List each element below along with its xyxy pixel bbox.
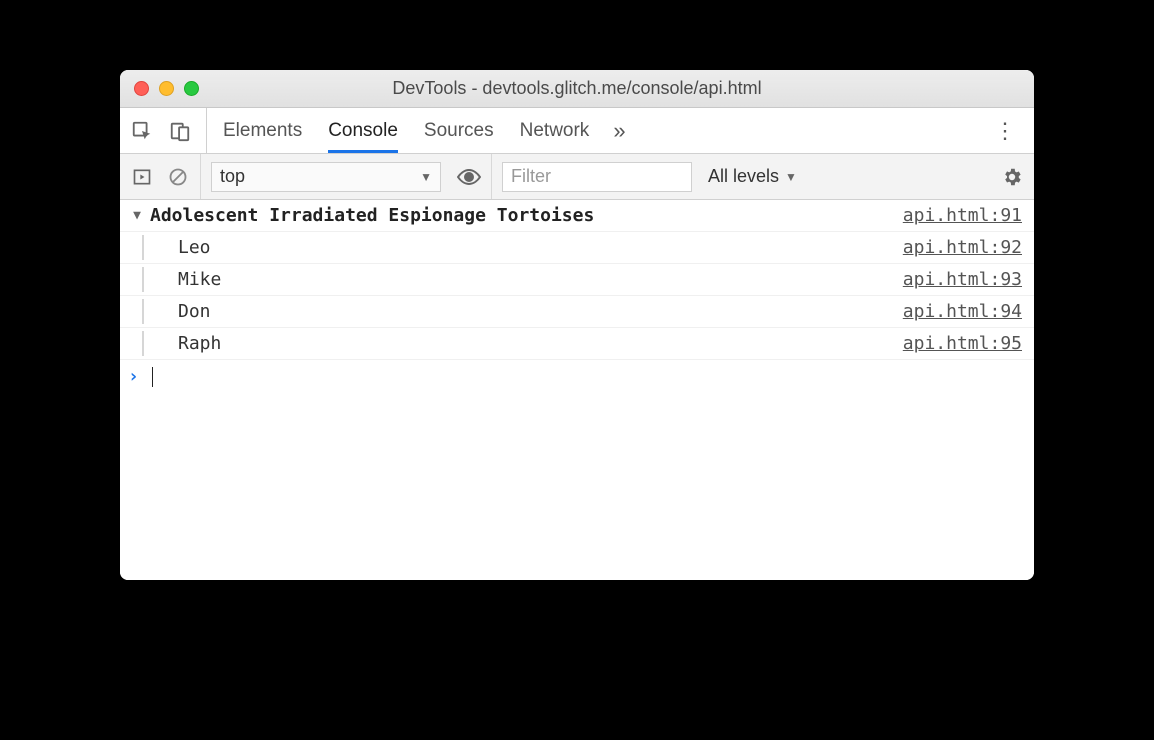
chevron-down-icon: ▼ bbox=[785, 170, 797, 184]
log-levels-select[interactable]: All levels ▼ bbox=[702, 166, 803, 187]
group-label: Adolescent Irradiated Espionage Tortoise… bbox=[146, 205, 903, 226]
settings-menu-icon[interactable]: ⋮ bbox=[986, 118, 1024, 144]
inspect-element-icon[interactable] bbox=[130, 119, 154, 143]
console-log-row: Raph api.html:95 bbox=[120, 328, 1034, 360]
group-indent-line bbox=[142, 299, 144, 324]
panel-tabs: Elements Console Sources Network bbox=[207, 108, 589, 153]
log-text: Leo bbox=[152, 237, 903, 258]
tab-console[interactable]: Console bbox=[328, 108, 398, 153]
group-indent-line bbox=[142, 235, 144, 260]
tabs-toolbar: Elements Console Sources Network » ⋮ bbox=[120, 108, 1034, 154]
minimize-window-button[interactable] bbox=[159, 81, 174, 96]
toggle-console-drawer-icon[interactable] bbox=[130, 165, 154, 189]
source-link[interactable]: api.html:91 bbox=[903, 205, 1022, 226]
tab-sources[interactable]: Sources bbox=[424, 108, 494, 153]
disclosure-triangle-icon[interactable]: ▼ bbox=[128, 208, 146, 223]
titlebar: DevTools - devtools.glitch.me/console/ap… bbox=[120, 70, 1034, 108]
filter-input[interactable] bbox=[502, 162, 692, 192]
source-link[interactable]: api.html:92 bbox=[903, 237, 1022, 258]
log-text: Mike bbox=[152, 269, 903, 290]
text-caret bbox=[152, 367, 153, 387]
log-text: Don bbox=[152, 301, 903, 322]
log-text: Raph bbox=[152, 333, 903, 354]
execution-context-select[interactable]: top ▼ bbox=[211, 162, 441, 192]
console-prompt[interactable]: › bbox=[120, 360, 1034, 393]
more-tabs-icon[interactable]: » bbox=[609, 118, 629, 144]
console-log-row: Don api.html:94 bbox=[120, 296, 1034, 328]
tab-elements[interactable]: Elements bbox=[223, 108, 302, 153]
source-link[interactable]: api.html:95 bbox=[903, 333, 1022, 354]
live-expression-icon[interactable] bbox=[457, 165, 481, 189]
source-link[interactable]: api.html:94 bbox=[903, 301, 1022, 322]
console-output: ▼ Adolescent Irradiated Espionage Tortoi… bbox=[120, 200, 1034, 580]
console-log-row: Leo api.html:92 bbox=[120, 232, 1034, 264]
close-window-button[interactable] bbox=[134, 81, 149, 96]
prompt-chevron-icon: › bbox=[128, 366, 146, 387]
traffic-lights bbox=[120, 81, 199, 96]
log-levels-label: All levels bbox=[708, 166, 779, 187]
source-link[interactable]: api.html:93 bbox=[903, 269, 1022, 290]
group-indent-line bbox=[142, 331, 144, 356]
tab-network[interactable]: Network bbox=[520, 108, 590, 153]
console-settings-icon[interactable] bbox=[1000, 165, 1024, 189]
console-log-row: Mike api.html:93 bbox=[120, 264, 1034, 296]
devtools-window: DevTools - devtools.glitch.me/console/ap… bbox=[120, 70, 1034, 580]
console-toolbar: top ▼ All levels ▼ bbox=[120, 154, 1034, 200]
execution-context-label: top bbox=[220, 166, 245, 187]
maximize-window-button[interactable] bbox=[184, 81, 199, 96]
chevron-down-icon: ▼ bbox=[420, 170, 432, 184]
device-toolbar-icon[interactable] bbox=[168, 119, 192, 143]
group-indent-line bbox=[142, 267, 144, 292]
console-group-header[interactable]: ▼ Adolescent Irradiated Espionage Tortoi… bbox=[120, 200, 1034, 232]
window-title: DevTools - devtools.glitch.me/console/ap… bbox=[120, 78, 1034, 99]
clear-console-icon[interactable] bbox=[166, 165, 190, 189]
